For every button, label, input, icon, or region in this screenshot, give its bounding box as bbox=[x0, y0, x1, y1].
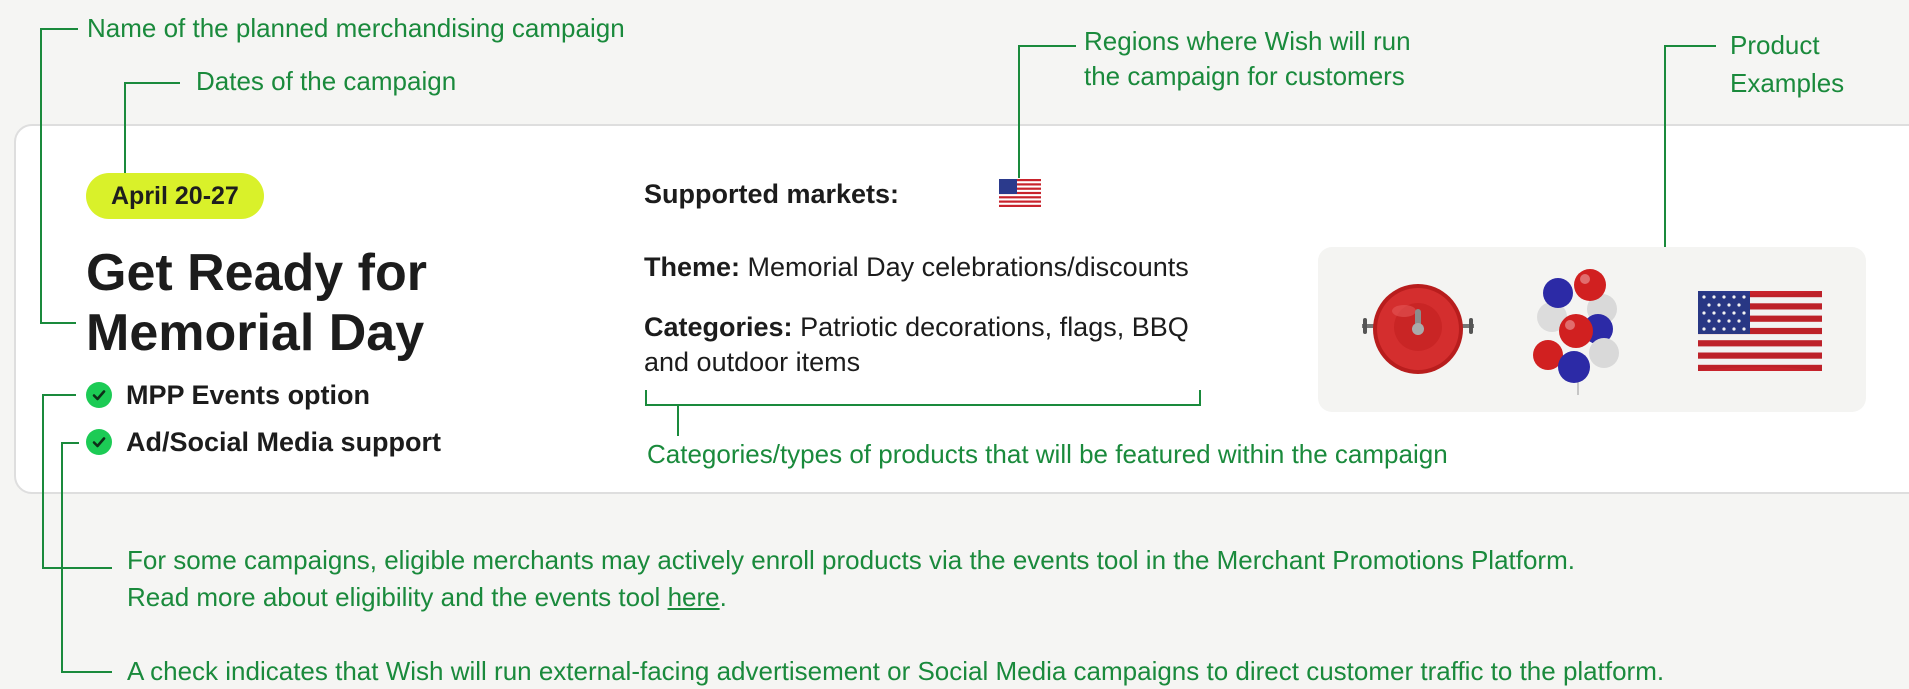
leader-line-ads-top bbox=[61, 442, 79, 444]
supported-markets-label: Supported markets: bbox=[644, 179, 900, 209]
categories-line: Categories: Patriotic decorations, flags… bbox=[644, 310, 1189, 380]
theme-value: Memorial Day celebrations/discounts bbox=[747, 252, 1189, 282]
leader-line-name-v bbox=[40, 28, 42, 324]
leader-line-products-v bbox=[1664, 45, 1666, 247]
leader-line-name-bottom bbox=[40, 322, 76, 324]
feature-mpp-events: MPP Events option bbox=[86, 380, 370, 410]
categories-label: Categories: bbox=[644, 312, 793, 342]
categories-value-2: and outdoor items bbox=[644, 347, 861, 377]
annotation-campaign-name: Name of the planned merchandising campai… bbox=[87, 13, 625, 43]
leader-line-regions-h bbox=[1018, 45, 1076, 47]
annotation-regions-line2: the campaign for customers bbox=[1084, 61, 1405, 91]
campaign-title: Get Ready for Memorial Day bbox=[86, 243, 427, 363]
check-icon bbox=[86, 429, 112, 455]
annotation-events: For some campaigns, eligible merchants m… bbox=[127, 542, 1575, 616]
leader-line-events-bottom bbox=[42, 567, 112, 569]
annotation-categories: Categories/types of products that will b… bbox=[647, 439, 1448, 469]
bbq-grill-image bbox=[1360, 283, 1476, 382]
bracket-categories-stem bbox=[677, 404, 679, 436]
annotation-product-examples-line2: Examples bbox=[1730, 68, 1845, 98]
theme-label: Theme: bbox=[644, 252, 741, 282]
leader-line-dates-v bbox=[124, 82, 126, 176]
annotation-regions-line1: Regions where Wish will run bbox=[1084, 26, 1411, 56]
annotation-product-examples: Product Examples bbox=[1730, 26, 1844, 102]
us-flag-icon bbox=[999, 179, 1041, 212]
feature-ad-social-support: Ad/Social Media support bbox=[86, 427, 441, 457]
categories-line1: Categories: Patriotic decorations, flags… bbox=[644, 310, 1189, 345]
leader-line-ads-bottom bbox=[61, 671, 112, 673]
annotation-events-line1: For some campaigns, eligible merchants m… bbox=[127, 545, 1575, 575]
annotation-dates: Dates of the campaign bbox=[196, 66, 457, 96]
leader-line-products-h bbox=[1664, 45, 1716, 47]
bracket-categories-bottom bbox=[645, 404, 1201, 406]
bracket-categories-right bbox=[1199, 390, 1201, 406]
leader-line-regions-v bbox=[1018, 45, 1020, 178]
annotation-ads: A check indicates that Wish will run ext… bbox=[127, 656, 1665, 686]
american-flag-image bbox=[1698, 291, 1822, 376]
leader-line-events-v bbox=[42, 394, 44, 569]
events-tool-link[interactable]: here bbox=[668, 582, 720, 612]
categories-value-1: Patriotic decorations, flags, BBQ bbox=[800, 312, 1189, 342]
campaign-title-line2: Memorial Day bbox=[86, 304, 425, 362]
patriotic-balloons-image bbox=[1530, 265, 1626, 402]
theme-line: Theme: Memorial Day celebrations/discoun… bbox=[644, 250, 1189, 285]
date-badge: April 20-27 bbox=[86, 173, 264, 219]
annotation-regions: Regions where Wish will run the campaign… bbox=[1084, 24, 1411, 94]
annotation-events-line2-text: Read more about eligibility and the even… bbox=[127, 582, 668, 612]
campaign-title-line1: Get Ready for bbox=[86, 244, 427, 302]
check-icon bbox=[86, 382, 112, 408]
feature-label: Ad/Social Media support bbox=[126, 426, 442, 457]
feature-label: MPP Events option bbox=[126, 379, 371, 410]
leader-line-events-top bbox=[42, 394, 76, 396]
annotation-product-examples-line1: Product bbox=[1730, 30, 1820, 60]
leader-line-ads-v bbox=[61, 442, 63, 673]
annotation-events-line2-end: . bbox=[719, 582, 727, 612]
leader-line-name-top bbox=[40, 28, 78, 30]
leader-line-dates-h bbox=[124, 82, 180, 84]
annotation-events-line2: Read more about eligibility and the even… bbox=[127, 579, 1575, 616]
